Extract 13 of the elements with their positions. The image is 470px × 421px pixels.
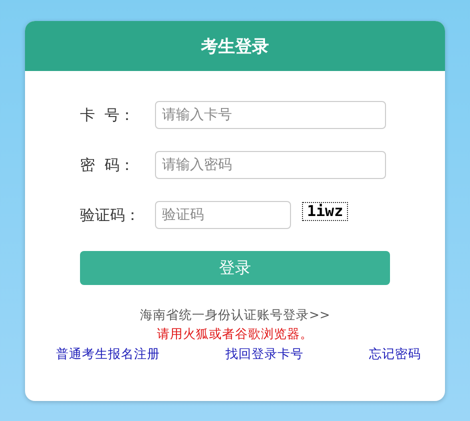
input-field[interactable]: 请输入密码 bbox=[155, 151, 386, 179]
field-label: 密 码： bbox=[80, 156, 136, 174]
captcha-image[interactable]: 1iwz bbox=[302, 202, 348, 220]
input-field[interactable]: 请输入卡号 bbox=[155, 101, 386, 129]
field-label: 验证码： bbox=[80, 206, 141, 224]
field-label: 卡 号： bbox=[80, 106, 136, 124]
sso-login-link[interactable]: 海南省统一身份认证账号登录>> bbox=[80, 307, 390, 324]
link[interactable]: 普通考生报名注册 bbox=[56, 346, 160, 363]
link[interactable]: 忘记密码 bbox=[369, 346, 421, 363]
login-title: 考生登录 bbox=[201, 36, 269, 58]
link[interactable]: 找回登录卡号 bbox=[226, 346, 304, 363]
input-field[interactable]: 验证码 bbox=[155, 201, 291, 229]
browser-notice: 请用火狐或者谷歌浏览器。 bbox=[156, 326, 314, 343]
